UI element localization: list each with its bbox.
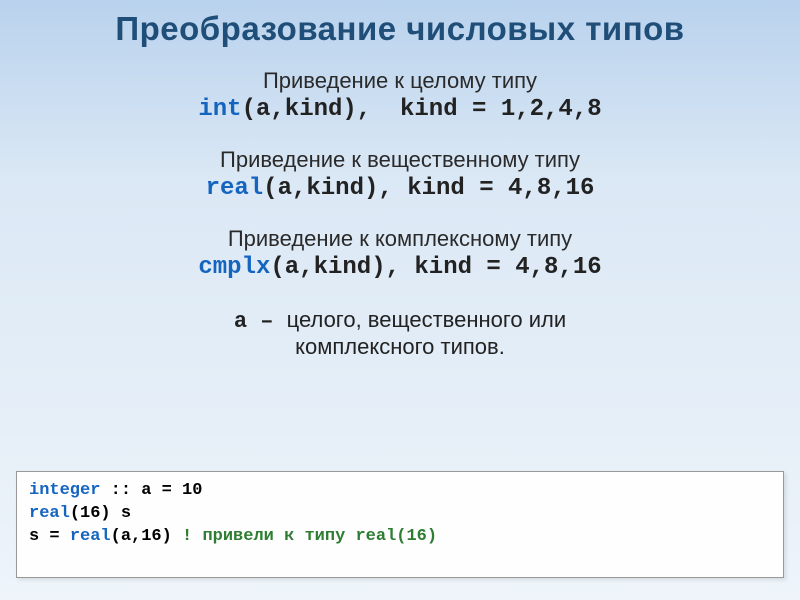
code-example-box: integer :: a = 10 real(16) s s = real(a,… — [16, 471, 784, 578]
cmplx-code-line: cmplx(a,kind), kind = 4,8,16 — [40, 254, 760, 281]
int-keyword: int — [198, 96, 241, 123]
int-section-label: Приведение к целому типу — [40, 68, 760, 94]
spacer — [40, 123, 760, 137]
int-code-line: int(a,kind), kind = 1,2,4,8 — [40, 96, 760, 123]
code-kw-real: real — [29, 504, 70, 523]
footnote-text2: комплексного типов. — [295, 334, 505, 359]
int-rest: (a,kind), kind = 1,2,4,8 — [242, 96, 602, 123]
footnote-text1: целого, вещественного или — [287, 307, 567, 332]
code-kw-integer: integer — [29, 481, 100, 500]
code-kw-real-call: real — [70, 527, 111, 546]
spacer — [40, 202, 760, 216]
code-line3-indent: s = — [29, 527, 70, 546]
cmplx-section-label: Приведение к комплексному типу — [40, 226, 760, 252]
code-comment: ! привели к типу real(16) — [182, 527, 437, 546]
slide: Преобразование числовых типов Приведение… — [0, 0, 800, 600]
spacer — [40, 281, 760, 295]
footnote: a – целого, вещественного или комплексно… — [40, 307, 760, 360]
code-line1-rest: :: a = 10 — [100, 481, 202, 500]
real-keyword: real — [206, 175, 264, 202]
slide-title: Преобразование числовых типов — [0, 0, 800, 48]
footnote-dash: – — [247, 309, 287, 334]
code-line-2: real(16) s — [29, 503, 771, 526]
cmplx-rest: (a,kind), kind = 4,8,16 — [270, 254, 601, 281]
code-line-1: integer :: a = 10 — [29, 480, 771, 503]
cmplx-keyword: cmplx — [198, 254, 270, 281]
slide-content: Приведение к целому типу int(a,kind), ki… — [0, 48, 800, 360]
code-line2-rest: (16) s — [70, 504, 131, 523]
real-rest: (a,kind), kind = 4,8,16 — [263, 175, 594, 202]
code-line-3: s = real(a,16) ! привели к типу real(16) — [29, 526, 771, 549]
real-section-label: Приведение к вещественному типу — [40, 147, 760, 173]
footnote-var: a — [234, 309, 247, 334]
code-line3-rest: (a,16) — [111, 527, 182, 546]
real-code-line: real(a,kind), kind = 4,8,16 — [40, 175, 760, 202]
